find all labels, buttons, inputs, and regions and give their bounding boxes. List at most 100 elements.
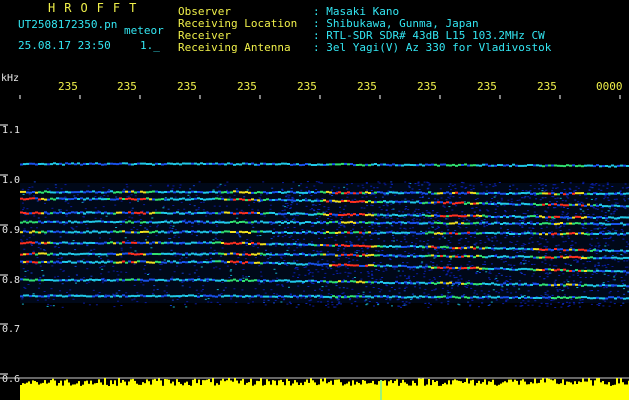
- signal-trace: [479, 283, 482, 285]
- signal-trace: [473, 222, 476, 225]
- noise-speck: [205, 215, 208, 217]
- noise-speck: [407, 209, 410, 211]
- noise-level-column: [292, 383, 294, 400]
- signal-trace: [62, 221, 65, 224]
- signal-trace: [26, 198, 29, 201]
- noise-speck: [309, 271, 312, 273]
- signal-trace: [404, 191, 407, 194]
- noise-speck: [391, 305, 393, 307]
- signal-trace: [95, 191, 98, 194]
- signal-trace: [314, 263, 317, 266]
- signal-trace: [86, 242, 89, 245]
- signal-trace: [74, 220, 77, 223]
- signal-trace: [275, 221, 278, 224]
- signal-trace: [89, 190, 92, 193]
- signal-trace: [110, 212, 113, 215]
- signal-trace: [554, 232, 557, 235]
- signal-trace: [62, 260, 65, 263]
- noise-speck: [318, 288, 321, 290]
- noise-speck: [224, 287, 227, 289]
- noise-speck: [235, 263, 237, 265]
- signal-trace: [47, 163, 50, 166]
- noise-speck: [624, 200, 626, 202]
- signal-trace: [257, 212, 260, 214]
- signal-trace: [476, 164, 479, 167]
- noise-speck: [544, 272, 547, 274]
- signal-trace: [248, 295, 251, 298]
- noise-speck: [327, 208, 330, 210]
- signal-trace: [422, 202, 425, 205]
- noise-speck: [566, 219, 569, 221]
- noise-speck: [315, 189, 318, 190]
- noise-speck: [583, 220, 586, 222]
- signal-trace: [287, 253, 290, 256]
- noise-speck: [327, 251, 329, 253]
- signal-trace: [617, 223, 620, 225]
- noise-level-column: [96, 383, 98, 400]
- noise-speck: [564, 263, 567, 265]
- noise-speck: [32, 250, 35, 252]
- noise-speck: [202, 289, 204, 290]
- noise-speck: [602, 305, 605, 307]
- signal-trace: [158, 278, 161, 281]
- signal-trace: [623, 233, 626, 236]
- noise-speck: [596, 219, 598, 221]
- signal-trace: [230, 211, 233, 214]
- signal-trace: [545, 203, 548, 205]
- signal-trace: [296, 212, 299, 215]
- noise-speck: [430, 269, 433, 271]
- noise-speck: [412, 269, 415, 271]
- noise-speck: [178, 236, 180, 238]
- signal-trace: [443, 282, 446, 285]
- noise-speck: [564, 240, 567, 242]
- signal-trace: [329, 212, 332, 215]
- signal-trace: [68, 242, 71, 245]
- signal-trace: [374, 222, 377, 224]
- signal-trace: [395, 221, 398, 224]
- signal-trace: [437, 255, 440, 257]
- signal-trace: [311, 191, 314, 193]
- noise-speck: [505, 235, 508, 237]
- signal-trace: [188, 231, 191, 233]
- signal-trace: [218, 294, 221, 297]
- signal-trace: [407, 192, 410, 194]
- signal-trace: [395, 191, 398, 194]
- signal-trace: [416, 200, 419, 203]
- noise-speck: [31, 244, 33, 246]
- noise-speck: [51, 265, 54, 267]
- signal-trace: [344, 296, 347, 299]
- signal-trace: [491, 222, 494, 225]
- signal-trace: [266, 279, 269, 282]
- signal-trace: [62, 295, 65, 298]
- noise-speck: [273, 302, 275, 304]
- signal-trace: [377, 232, 380, 235]
- noise-speck: [446, 244, 449, 246]
- noise-speck: [390, 217, 393, 219]
- signal-trace: [443, 202, 446, 205]
- signal-trace: [74, 294, 77, 297]
- signal-trace: [347, 213, 350, 216]
- signal-trace: [119, 295, 122, 298]
- signal-trace: [188, 198, 191, 201]
- signal-trace: [488, 283, 491, 286]
- noise-speck: [44, 299, 47, 301]
- signal-trace: [482, 163, 485, 166]
- noise-speck: [609, 237, 612, 239]
- signal-trace: [152, 261, 155, 264]
- signal-trace: [224, 279, 227, 282]
- noise-speck: [331, 189, 333, 191]
- signal-trace: [500, 164, 503, 167]
- signal-trace: [32, 197, 35, 200]
- noise-speck: [510, 266, 513, 268]
- signal-trace: [26, 221, 29, 224]
- noise-speck: [598, 244, 601, 246]
- signal-trace: [410, 222, 413, 225]
- signal-trace: [230, 198, 233, 201]
- noise-speck: [341, 199, 344, 200]
- signal-trace: [221, 295, 224, 298]
- noise-speck: [527, 260, 530, 262]
- noise-speck: [512, 184, 515, 186]
- noise-speck: [389, 186, 392, 188]
- signal-trace: [389, 214, 392, 217]
- signal-trace: [209, 278, 212, 281]
